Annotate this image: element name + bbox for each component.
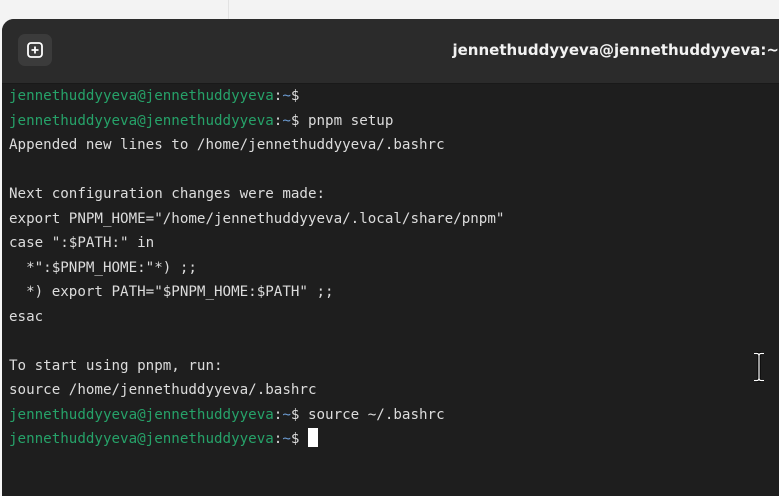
output-line: case ":$PATH:" in <box>9 235 155 251</box>
prompt-line: jennethuddyyeva@jennethuddyyeva:~$ pnpm … <box>2 109 779 134</box>
prompt-user: jennethuddyyeva@jennethuddyyeva <box>9 112 274 129</box>
prompt-symbol: $ <box>290 88 300 104</box>
command-text: source ~/.bashrc <box>299 406 445 423</box>
prompt-user: jennethuddyyeva@jennethuddyyeva <box>9 406 274 423</box>
command-text: pnpm setup <box>299 112 394 129</box>
terminal-window: jennethuddyyeva@jennethuddyyeva:~ jennet… <box>2 19 779 496</box>
new-tab-button[interactable] <box>18 34 52 66</box>
block-cursor <box>307 428 318 447</box>
output-line: export PNPM_HOME="/home/jennethuddyyeva/… <box>9 210 505 227</box>
prompt-path: ~ <box>282 431 291 447</box>
plus-square-icon <box>27 42 43 58</box>
background-divider <box>228 0 229 20</box>
output-line: Next configuration changes were made: <box>9 186 326 202</box>
window-title: jennethuddyyeva@jennethuddyyeva:~ <box>452 41 779 59</box>
output-line: *":$PNPM_HOME:"*) ;; <box>9 259 197 276</box>
title-bar: jennethuddyyeva@jennethuddyyeva:~ <box>2 19 779 84</box>
prompt-line: jennethuddyyeva@jennethuddyyeva:~$ <box>2 427 779 452</box>
prompt-symbol: $ <box>290 431 300 447</box>
output-line: To start using pnpm, run: <box>9 357 223 374</box>
prompt-line: jennethuddyyeva@jennethuddyyeva:~$ <box>2 84 779 109</box>
background-strip <box>0 0 779 20</box>
output-line: *) export PATH="$PNPM_HOME:$PATH" ;; <box>9 284 334 300</box>
prompt-path: ~ <box>282 406 291 423</box>
prompt-user: jennethuddyyeva@jennethuddyyeva <box>9 431 274 447</box>
output-line: esac <box>9 308 44 325</box>
terminal-output[interactable]: jennethuddyyeva@jennethuddyyeva:~$ jennet… <box>2 84 779 496</box>
output-line: source /home/jennethuddyyeva/.bashrc <box>9 382 317 398</box>
text-cursor-ibeam-icon <box>754 352 764 382</box>
prompt-path: ~ <box>282 112 291 129</box>
prompt-line: jennethuddyyeva@jennethuddyyeva:~$ sourc… <box>2 403 779 428</box>
prompt-user: jennethuddyyeva@jennethuddyyeva <box>9 88 274 104</box>
prompt-path: ~ <box>282 88 291 104</box>
output-line: Appended new lines to /home/jennethuddyy… <box>9 137 445 153</box>
